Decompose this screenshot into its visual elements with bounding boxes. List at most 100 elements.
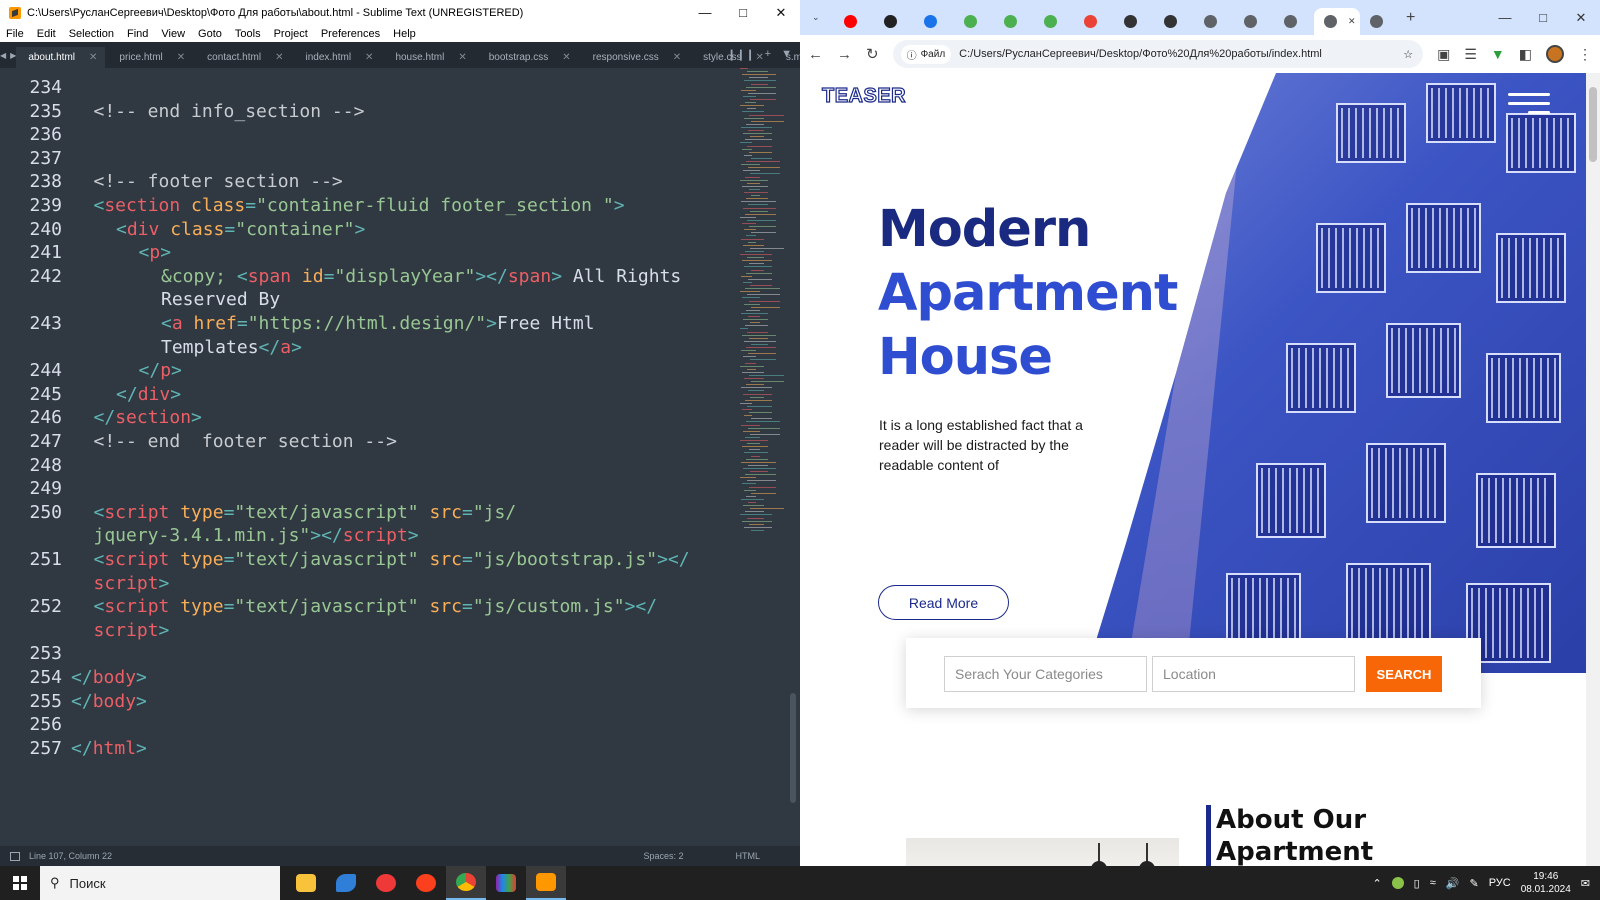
tab-close-icon[interactable]: ✕ [1348, 16, 1356, 27]
search-button[interactable]: SEARCH [1366, 656, 1442, 692]
chrome-minimize-button[interactable]: — [1486, 0, 1524, 35]
tab-house-html[interactable]: house.html ✕ [383, 47, 474, 68]
menu-help[interactable]: Help [393, 28, 416, 40]
read-more-button[interactable]: Read More [878, 585, 1009, 620]
download-circle-icon[interactable]: ▼ [1491, 46, 1505, 62]
media-queue-icon[interactable]: ☰ [1464, 46, 1477, 63]
tab-close-icon[interactable]: ✕ [89, 52, 97, 63]
menu-view[interactable]: View [161, 28, 185, 40]
menu-file[interactable]: File [6, 28, 24, 40]
yandex-browser-app[interactable] [406, 866, 446, 900]
menu-kebab-icon[interactable]: ⋮ [1578, 46, 1592, 63]
tab-close-icon[interactable]: ✕ [562, 52, 570, 63]
code-line[interactable]: </html> [71, 737, 147, 761]
profile-avatar[interactable] [1546, 45, 1564, 63]
sublime-app[interactable] [526, 866, 566, 900]
bookmark-star-icon[interactable]: ☆ [1403, 48, 1413, 61]
battery-icon[interactable]: ▯ [1414, 877, 1420, 890]
location-input[interactable]: Location [1152, 656, 1355, 692]
code-line[interactable]: <!-- end footer section --> [94, 430, 397, 454]
reload-icon[interactable]: ↻ [866, 45, 879, 63]
wifi-icon[interactable]: ≈ [1430, 877, 1436, 889]
code-line[interactable]: Reserved By [161, 288, 280, 312]
menu-preferences[interactable]: Preferences [321, 28, 380, 40]
taskbar-search[interactable]: ⚲ Поиск [40, 866, 280, 900]
maximize-button[interactable]: □ [724, 0, 762, 25]
tab-close-icon[interactable]: ✕ [365, 52, 373, 63]
notifications-icon[interactable]: ✉ [1581, 877, 1590, 890]
bird-app[interactable] [326, 866, 366, 900]
tab-responsive-css[interactable]: responsive.css ✕ [581, 47, 690, 68]
vivaldi-app[interactable] [366, 866, 406, 900]
indent-setting[interactable]: Spaces: 2 [643, 851, 683, 861]
code-line[interactable]: <script type="text/javascript" src="js/c… [94, 595, 658, 619]
minimize-button[interactable]: — [686, 0, 724, 25]
code-line[interactable]: <a href="https://html.design/">Free Html [161, 312, 595, 336]
forward-arrow-icon[interactable]: → [837, 46, 852, 63]
tray-chevron-icon[interactable]: ⌃ [1372, 877, 1381, 890]
browser-tab[interactable] [1154, 8, 1194, 35]
code-line[interactable]: <!-- footer section --> [94, 170, 343, 194]
code-line[interactable]: </body> [71, 690, 147, 714]
winrar-app[interactable] [486, 866, 526, 900]
tab-index-html[interactable]: index.html ✕ [293, 47, 381, 68]
tab-close-icon[interactable]: ✕ [673, 52, 681, 63]
code-line[interactable]: &copy; <span id="displayYear"></span> Al… [161, 265, 681, 289]
menu-tools[interactable]: Tools [235, 28, 261, 40]
browser-tab[interactable] [914, 8, 954, 35]
chrome-maximize-button[interactable]: □ [1524, 0, 1562, 35]
chrome-close-button[interactable]: ✕ [1562, 0, 1600, 35]
volume-icon[interactable]: 🔊 [1446, 877, 1460, 890]
menu-edit[interactable]: Edit [37, 28, 56, 40]
minimap[interactable] [740, 68, 785, 538]
menu-goto[interactable]: Goto [198, 28, 222, 40]
new-tab-button[interactable]: + [1406, 9, 1415, 27]
tab-about-html[interactable]: about.html ✕ [16, 47, 106, 68]
language-indicator[interactable]: РУС [1489, 877, 1511, 889]
tab-close-icon[interactable]: ✕ [275, 52, 283, 63]
browser-tab[interactable] [1274, 8, 1314, 35]
code-line[interactable]: <script type="text/javascript" src="js/b… [94, 548, 690, 572]
code-line[interactable]: <p> [139, 241, 172, 265]
tab-nav-arrows[interactable]: ◀ ▶ [0, 42, 16, 68]
address-bar[interactable]: ⓘ Файл C:/Users/РусланСергеевич/Desktop/Ф… [892, 40, 1424, 68]
browser-tab[interactable]: ✕ [1314, 8, 1360, 35]
url-text[interactable]: C:/Users/РусланСергеевич/Desktop/Фото%20… [959, 48, 1395, 60]
chrome-app[interactable] [446, 866, 486, 900]
browser-tab[interactable] [874, 8, 914, 35]
back-arrow-icon[interactable]: ← [808, 46, 823, 63]
browser-tab[interactable] [1360, 8, 1400, 35]
browser-tab[interactable] [834, 8, 874, 35]
new-tab-plus-icon[interactable]: + [765, 48, 771, 61]
extensions-icon[interactable]: ▣ [1437, 46, 1450, 63]
code-line[interactable]: <script type="text/javascript" src="js/ [94, 501, 517, 525]
menu-selection[interactable]: Selection [69, 28, 114, 40]
arrow-left-icon[interactable]: ◀ [0, 51, 6, 60]
sidepanel-icon[interactable]: ◧ [1519, 46, 1532, 63]
category-search-input[interactable]: Serach Your Categories [944, 656, 1147, 692]
tab-search-icon[interactable]: ⌄ [806, 4, 834, 31]
syntax-setting[interactable]: HTML [736, 851, 761, 861]
page-scrollbar-thumb[interactable] [1589, 87, 1597, 162]
tab-bootstrap-css[interactable]: bootstrap.css ✕ [477, 47, 579, 68]
browser-tab[interactable] [954, 8, 994, 35]
tab-list-icon[interactable]: ❙❙❙ [727, 48, 755, 61]
menu-find[interactable]: Find [127, 28, 148, 40]
menu-project[interactable]: Project [274, 28, 308, 40]
browser-tab[interactable] [1034, 8, 1074, 35]
code-line[interactable]: script> [94, 572, 170, 596]
code-line[interactable]: </body> [71, 666, 147, 690]
code-line[interactable]: </section> [94, 406, 202, 430]
code-line[interactable]: </p> [139, 359, 182, 383]
start-button[interactable] [0, 866, 40, 900]
code-line[interactable]: jquery-3.4.1.min.js"></script> [94, 524, 419, 548]
tab-price-html[interactable]: price.html ✕ [107, 47, 193, 68]
tab-close-icon[interactable]: ✕ [177, 52, 185, 63]
code-line[interactable]: <!-- end info_section --> [94, 100, 365, 124]
editor-scrollbar-thumb[interactable] [790, 693, 796, 803]
code-line[interactable]: <div class="container"> [116, 218, 365, 242]
browser-tab[interactable] [1114, 8, 1154, 35]
tab-contact-html[interactable]: contact.html ✕ [195, 47, 291, 68]
panel-toggle-icon[interactable] [10, 851, 20, 861]
browser-tab[interactable] [1194, 8, 1234, 35]
